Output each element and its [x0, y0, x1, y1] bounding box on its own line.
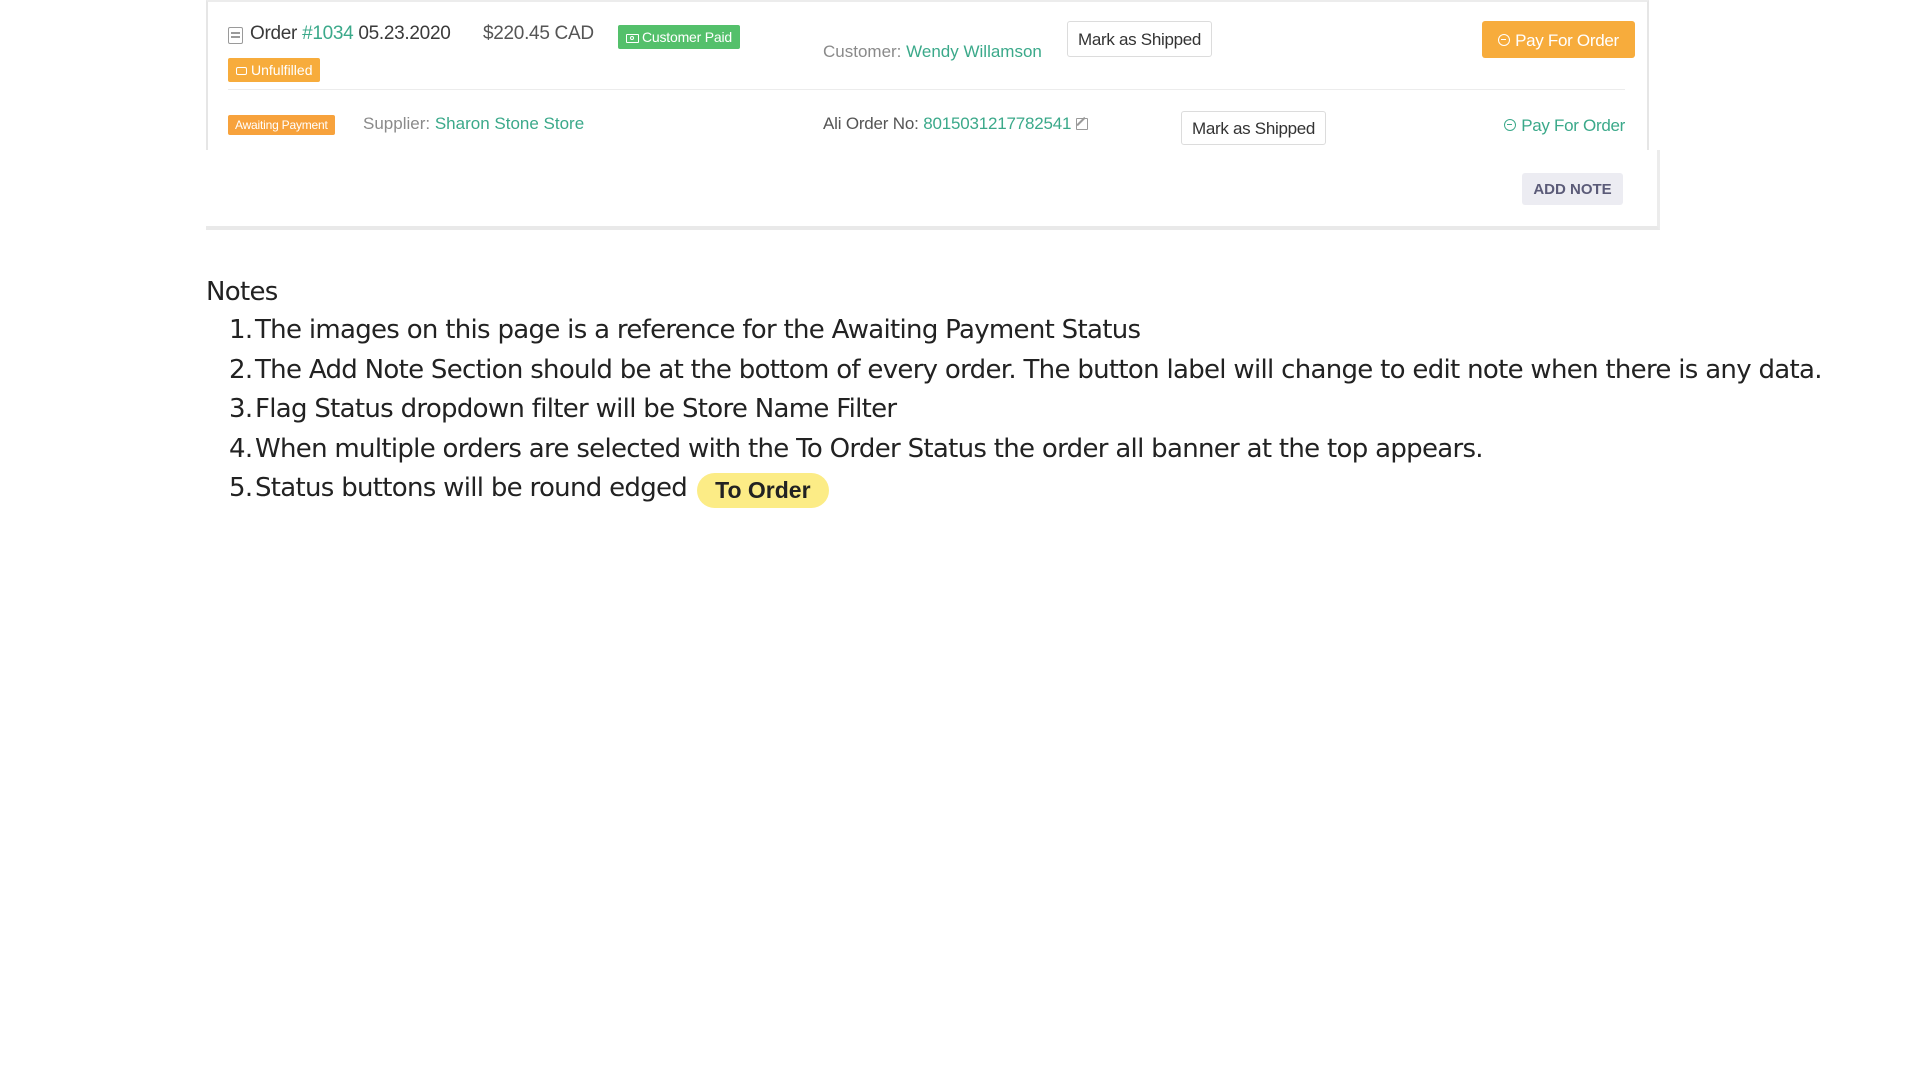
note-text: The images on this page is a reference f…: [255, 315, 1141, 345]
to-order-status-pill[interactable]: To Order: [697, 473, 829, 508]
supplier-pay-for-order-link[interactable]: Pay For Order: [1504, 116, 1625, 136]
order-document-icon: [228, 27, 243, 44]
list-item: 4.When multiple orders are selected with…: [229, 433, 1484, 464]
notes-list: 1.The images on this page is a reference…: [229, 315, 1919, 513]
supplier-row: Awaiting Payment Supplier: Sharon Stone …: [228, 107, 1625, 147]
mark-as-shipped-button[interactable]: Mark as Shipped: [1067, 21, 1213, 57]
unfulfilled-badge: Unfulfilled: [228, 58, 321, 82]
customer-name-link[interactable]: Wendy Willamson: [906, 42, 1042, 61]
row-divider: [228, 89, 1625, 90]
order-title: Order #1034 05.23.2020: [250, 23, 451, 45]
list-item: 3.Flag Status dropdown filter will be St…: [229, 394, 897, 424]
customer-info: Customer: Wendy Willamson: [823, 42, 1042, 62]
add-note-button[interactable]: ADD NOTE: [1522, 173, 1623, 205]
cash-icon: [626, 34, 639, 43]
note-text: Flag Status dropdown filter will be Stor…: [255, 394, 897, 424]
awaiting-payment-badge: Awaiting Payment: [228, 115, 335, 135]
note-text: The Add Note Section should be at the bo…: [255, 354, 1822, 385]
supplier-pay-for-order-label: Pay For Order: [1521, 116, 1625, 135]
unfulfilled-label: Unfulfilled: [251, 62, 313, 78]
list-item: 5.Status buttons will be round edged To O…: [229, 473, 1919, 513]
customer-paid-label: Customer Paid: [642, 29, 732, 45]
notes-title: Notes: [206, 277, 278, 307]
supplier-label: Supplier:: [363, 114, 431, 133]
ali-order-label: Ali Order No:: [823, 114, 919, 133]
supplier-mark-as-shipped-button[interactable]: Mark as Shipped: [1181, 111, 1327, 145]
pay-for-order-button[interactable]: Pay For Order: [1482, 21, 1635, 58]
list-item: 2.The Add Note Section should be at the …: [229, 354, 1822, 385]
supplier-info: Supplier: Sharon Stone Store: [363, 114, 584, 134]
arrow-circle-icon: [1498, 34, 1511, 46]
ali-order-number-link[interactable]: 8015031217782541: [923, 114, 1071, 133]
edit-icon[interactable]: [1076, 118, 1089, 130]
list-item: 1.The images on this page is a reference…: [229, 315, 1141, 345]
supplier-name-link[interactable]: Sharon Stone Store: [435, 114, 584, 133]
order-header-row: Order #1034 05.23.2020 $220.45 CAD Custo…: [228, 21, 1635, 90]
ali-order-info: Ali Order No: 8015031217782541: [823, 114, 1089, 134]
note-section: [206, 150, 1660, 230]
customer-paid-badge: Customer Paid: [618, 25, 740, 49]
note-text: When multiple orders are selected with t…: [255, 433, 1484, 464]
order-number-link[interactable]: #1034: [302, 23, 354, 44]
arrow-circle-icon: [1504, 119, 1517, 131]
customer-label: Customer:: [823, 42, 902, 61]
inbox-icon: [236, 67, 247, 75]
order-label: Order: [250, 23, 298, 44]
order-date: 05.23.2020: [358, 23, 451, 44]
pay-for-order-label: Pay For Order: [1515, 31, 1619, 50]
note-text: Status buttons will be round edged: [255, 473, 688, 503]
order-amount: $220.45 CAD: [483, 23, 594, 44]
